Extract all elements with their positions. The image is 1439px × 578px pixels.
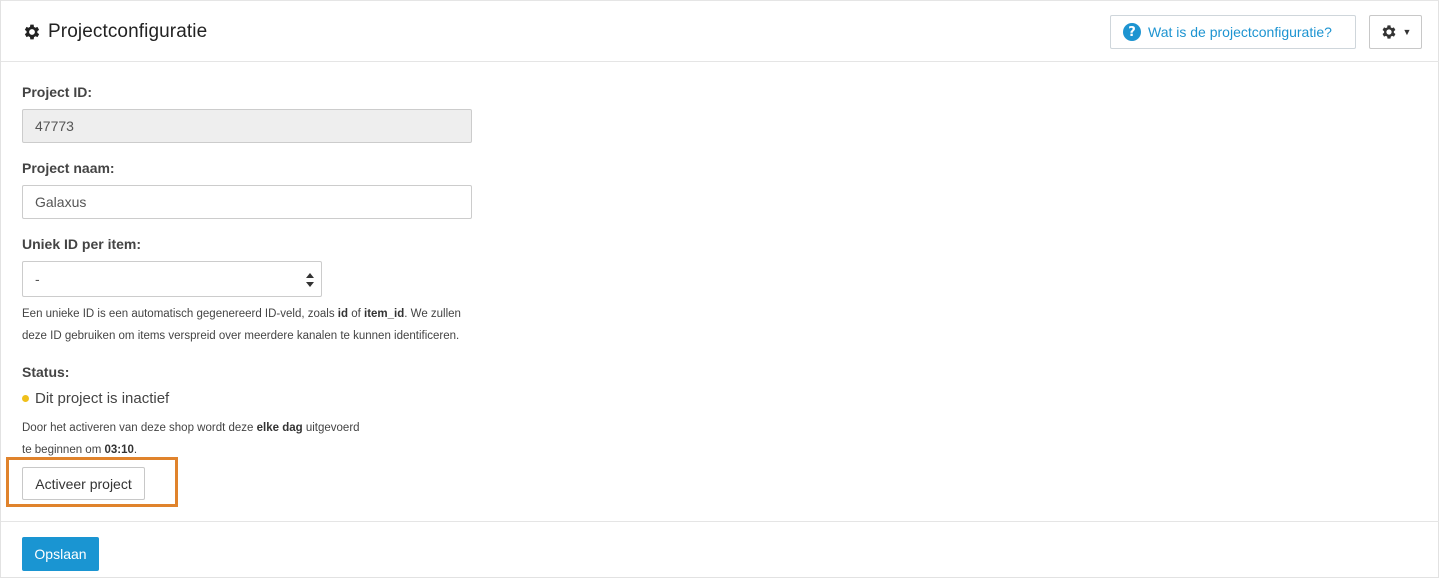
activation-text-part: te beginnen om	[22, 444, 105, 456]
help-text-bold: item_id	[364, 308, 405, 320]
activation-text-part: uitgevoerd	[302, 422, 360, 434]
settings-gear-icon	[1382, 25, 1395, 39]
activation-time: 03:10	[104, 444, 134, 456]
page-title: Projectconfiguratie	[48, 21, 208, 42]
activation-text-part: Door het activeren van deze shop wordt d…	[22, 422, 257, 434]
select-arrows-icon	[306, 273, 314, 287]
project-config-panel: Projectconfiguratie ? Wat is de projectc…	[0, 0, 1439, 578]
help-button[interactable]: ? Wat is de projectconfiguratie?	[1110, 15, 1356, 49]
help-button-label: Wat is de projectconfiguratie?	[1148, 24, 1332, 40]
project-id-label: Project ID:	[22, 84, 93, 100]
title-wrap: Projectconfiguratie	[22, 21, 207, 43]
caret-down-icon: ▼	[1402, 27, 1412, 37]
help-text-line2: deze ID gebruiken om items verspreid ove…	[22, 330, 460, 342]
footer-divider	[1, 521, 1439, 522]
gear-icon	[22, 22, 42, 42]
project-id-field: 47773	[22, 109, 472, 143]
help-text-bold: id	[337, 308, 349, 320]
help-text-part: of	[348, 308, 365, 320]
question-circle-icon: ?	[1123, 23, 1141, 41]
project-name-label: Project naam:	[22, 160, 115, 176]
unique-id-help-text: Een unieke ID is een automatisch gegener…	[22, 303, 482, 347]
activation-text-part: .	[133, 444, 138, 456]
activate-project-button[interactable]: Activeer project	[22, 467, 145, 500]
status-label: Status:	[22, 364, 70, 380]
unique-id-label: Uniek ID per item:	[22, 236, 142, 252]
panel-header: Projectconfiguratie ? Wat is de projectc…	[1, 0, 1439, 62]
activation-info: Door het activeren van deze shop wordt d…	[22, 417, 360, 461]
save-button[interactable]: Opslaan	[22, 537, 99, 571]
unique-id-select[interactable]: -	[22, 261, 322, 297]
help-text-part: . We zullen	[404, 308, 461, 320]
activation-text-bold: elke dag	[256, 422, 303, 434]
status-row: Dit project is inactief	[22, 390, 169, 407]
help-text-part: Een unieke ID is een automatisch gegener…	[22, 308, 338, 320]
status-dot-icon	[22, 395, 29, 402]
unique-id-selected-value: -	[35, 271, 40, 287]
settings-dropdown-button[interactable]: ▼	[1369, 15, 1422, 49]
project-name-input[interactable]: Galaxus	[22, 185, 472, 219]
status-text: Dit project is inactief	[35, 390, 170, 407]
